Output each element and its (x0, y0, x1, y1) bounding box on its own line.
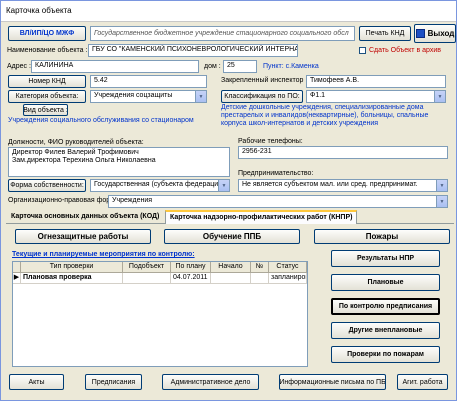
cell-number (251, 273, 269, 284)
exit-icon (415, 29, 425, 38)
cell-planned: 04.07.2011 (171, 273, 211, 284)
heads-line-1: Директор Филев Валерий Трофимович (12, 149, 139, 156)
ownership-select[interactable]: Государственная (субъекта федерации) ▼ (90, 179, 230, 192)
classification-description: Детские дошкольные учреждения, специализ… (221, 104, 429, 127)
business-label: Предпринимательство: (238, 170, 314, 177)
archive-label: Сдать Объект в архив (369, 47, 441, 54)
cell-status: запланирована (269, 273, 307, 284)
object-card-window: Карточка объекта ВЛ/ИП/ЦО МЖФ Государств… (0, 0, 457, 401)
column-header-status[interactable]: Статус (269, 262, 307, 273)
events-table[interactable]: Тип проверки Подобъект По плану Начало №… (12, 261, 308, 367)
classification-select[interactable]: Ф1.1 ▼ (306, 90, 446, 103)
current-row-icon: ▶ (13, 273, 21, 284)
phones-label: Рабочие телефоны: (238, 138, 303, 145)
place-label: Пункт: с.Каменка (263, 63, 319, 70)
orders-button[interactable]: Предписания (85, 374, 142, 390)
fireproofing-button[interactable]: Огнезащитные работы (15, 229, 151, 244)
object-type-value: Учреждения социального обслуживания со с… (8, 117, 194, 124)
by-order-control-button[interactable]: По контролю предписания (331, 298, 440, 315)
category-select[interactable]: Учреждения соцзащиты ▼ (90, 90, 207, 103)
tab-knpr[interactable]: Карточка надзорно-профилактических работ… (165, 210, 358, 224)
address-label: Адрес : (7, 63, 31, 70)
classification-button[interactable]: Классификация по ПО: (221, 90, 303, 103)
fires-button[interactable]: Пожары (314, 229, 450, 244)
tag-button[interactable]: ВЛ/ИП/ЦО МЖФ (8, 26, 86, 41)
column-header-subobject[interactable]: Подобъект (123, 262, 171, 273)
chevron-down-icon[interactable]: ▼ (436, 196, 447, 207)
category-value: Учреждения соцзащиты (94, 92, 173, 99)
cell-type: Плановая проверка (21, 273, 123, 284)
chevron-down-icon[interactable]: ▼ (218, 180, 229, 191)
classification-value: Ф1.1 (310, 92, 326, 99)
heads-label: Должности, ФИО руководителей объекта: (8, 139, 144, 146)
window-title: Карточка объекта (6, 6, 72, 15)
title-bar: Карточка объекта (1, 1, 456, 22)
chevron-down-icon[interactable]: ▼ (436, 180, 447, 191)
category-button[interactable]: Категория объекта: (8, 90, 86, 103)
admin-case-button[interactable]: Административное дело (162, 374, 259, 390)
archive-checkbox[interactable] (359, 47, 366, 54)
legal-form-select[interactable]: Учреждения ▼ (108, 195, 448, 208)
agit-work-button[interactable]: Агит. работа (397, 374, 448, 390)
house-field[interactable]: 25 (223, 60, 257, 73)
business-value: Не является субъектом мал. или сред. пре… (242, 181, 418, 188)
ownership-value: Государственная (субъекта федерации) (94, 181, 225, 188)
inspector-label: Закрепленный инспектор (221, 77, 304, 84)
cell-subobject (123, 273, 171, 284)
knd-number-field[interactable]: 5.42 (90, 75, 207, 88)
chevron-down-icon[interactable]: ▼ (434, 91, 445, 102)
planned-button[interactable]: Плановые (331, 274, 440, 291)
legal-form-value: Учреждения (112, 197, 153, 204)
print-knd-button[interactable]: Печать КНД (359, 26, 411, 41)
inspector-field[interactable]: Тимофеев А.В. (306, 75, 446, 88)
acts-button[interactable]: Акты (9, 374, 64, 390)
column-header-start[interactable]: Начало (211, 262, 251, 273)
other-unplanned-button[interactable]: Другие внеплановые (331, 322, 440, 339)
tab-kod[interactable]: Карточка основных данных объекта (КОД) (7, 211, 163, 224)
knd-number-button[interactable]: Номер КНД (8, 75, 86, 88)
npr-results-button[interactable]: Результаты НПР (331, 250, 440, 267)
events-title: Текущие и планируемые мероприятия по кон… (12, 251, 195, 258)
cell-start (211, 273, 251, 284)
business-select[interactable]: Не является субъектом мал. или сред. пре… (238, 179, 448, 192)
info-letters-button[interactable]: Информационные письма по ПБ (279, 374, 386, 390)
house-label: дом : (204, 63, 221, 70)
object-name-field[interactable]: ГБУ СО "КАМЕНСКИЙ ПСИХОНЕВРОЛОГИЧЕСКИЙ И… (88, 44, 298, 57)
column-header-planned[interactable]: По плану (171, 262, 211, 273)
ppb-training-button[interactable]: Обучение ППБ (164, 229, 300, 244)
object-type-button[interactable]: Вид объекта : (23, 104, 68, 116)
exit-label: Выход (427, 29, 455, 38)
address-field[interactable]: КАЛИНИНА (31, 60, 199, 73)
fire-checks-button[interactable]: Проверки по пожарам (331, 346, 440, 363)
heads-field[interactable]: Директор Филев Валерий Трофимович Зам.ди… (8, 147, 230, 177)
heads-line-2: Зам.директора Терехина Ольга Николаевна (12, 157, 156, 164)
org-full-name-field[interactable]: Государственное бюджетное учреждение ста… (90, 26, 355, 41)
legal-form-label: Организационно-правовая форма: (8, 197, 121, 204)
chevron-down-icon[interactable]: ▼ (195, 91, 206, 102)
phones-field[interactable]: 2956-231 (238, 146, 448, 159)
ownership-button[interactable]: Форма собственности: (8, 179, 86, 192)
column-header-type[interactable]: Тип проверки (21, 262, 123, 273)
exit-button[interactable]: Выход (414, 24, 456, 43)
column-header-number[interactable]: № (251, 262, 269, 273)
object-name-label: Наименование объекта : (7, 47, 88, 54)
row-selector-header (13, 262, 21, 273)
